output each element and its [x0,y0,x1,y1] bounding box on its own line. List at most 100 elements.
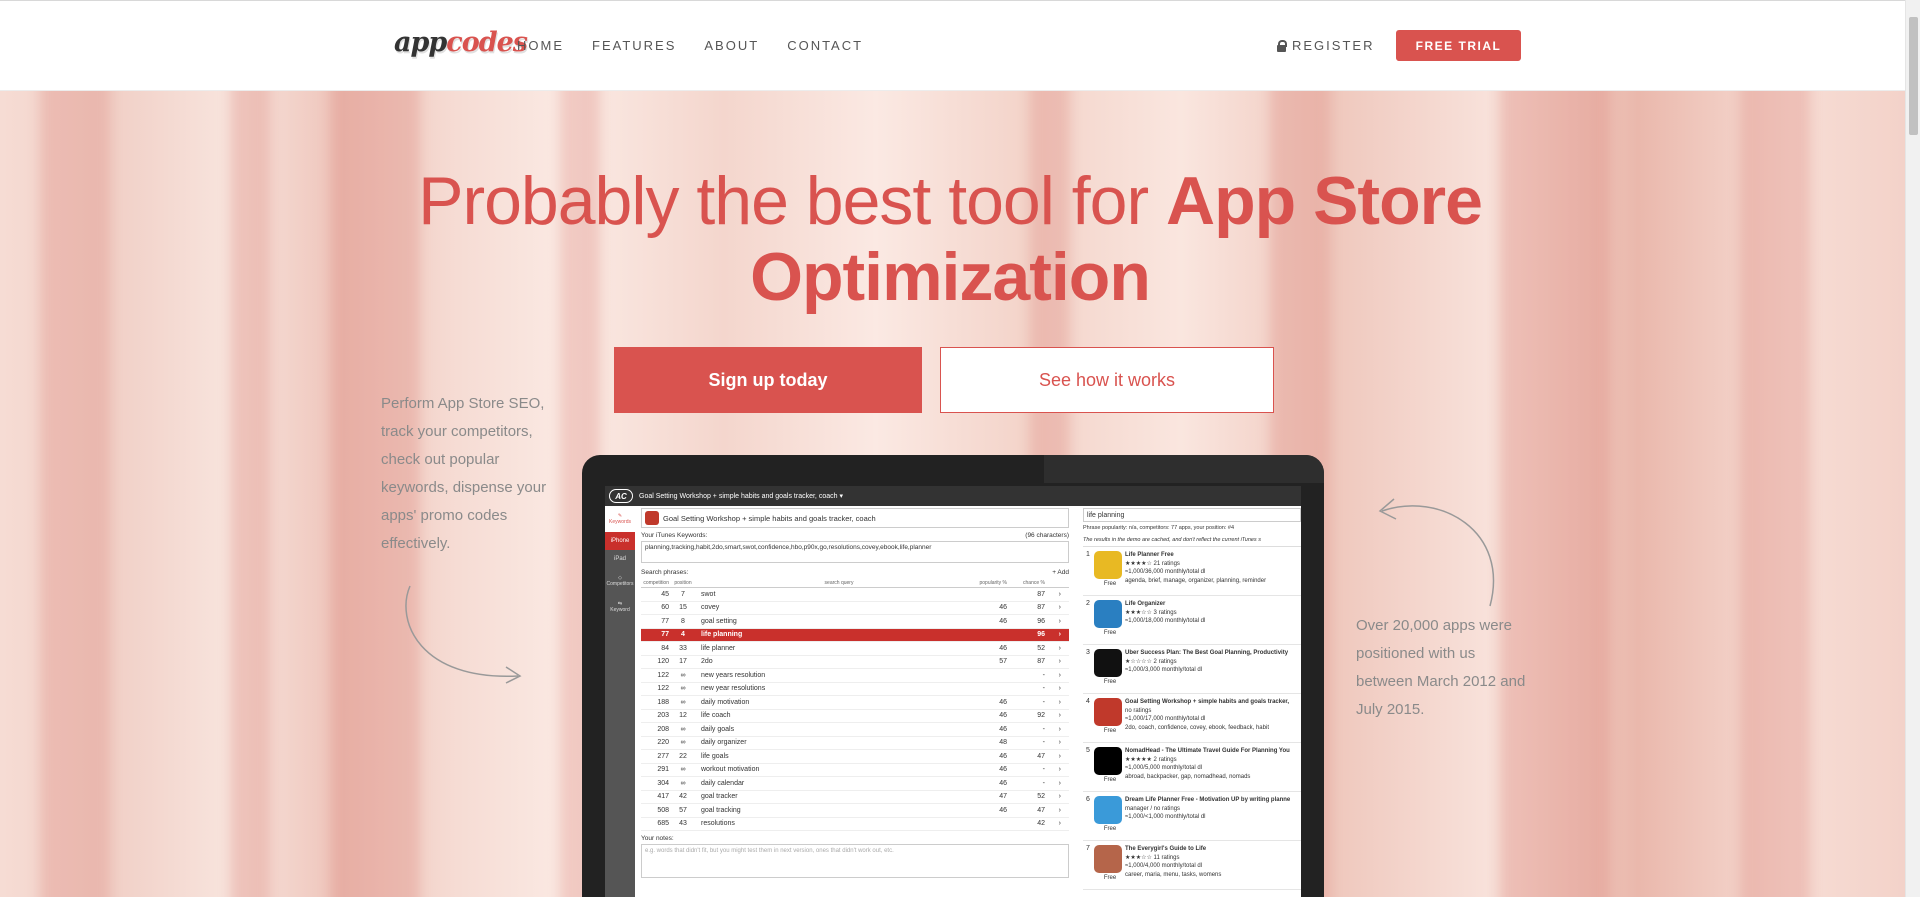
table-row[interactable]: 77 8 goal setting 46 96 › [641,615,1069,629]
app-top-title: Goal Setting Workshop + simple habits an… [639,493,843,500]
table-row[interactable]: 188 ∞ daily motivation 46 - › [641,696,1069,710]
result-item[interactable]: 7 Free The Everygirl's Guide to Life ★★★☆☆ … [1083,841,1301,890]
chevron-right-icon[interactable]: › [1045,699,1061,706]
add-phrase-button[interactable]: + Add [1052,569,1069,576]
table-row[interactable]: 417 42 goal tracker 47 52 › [641,791,1069,804]
nav-home[interactable]: HOME [517,38,564,53]
cell-pop: 46 [999,752,1007,760]
result-title[interactable]: Goal Setting Workshop + simple habits an… [1125,698,1295,707]
chevron-right-icon[interactable]: › [1045,766,1061,773]
result-details: Goal Setting Workshop + simple habits an… [1125,698,1295,742]
cell-pos: ∞ [680,739,686,747]
chevron-right-icon[interactable]: › [1045,685,1061,692]
sidebar-keywords[interactable]: ✎ Keywords [605,506,635,532]
chevron-right-icon[interactable]: › [1045,712,1061,719]
sidebar-keyword[interactable]: ⇆ Keyword [605,594,635,620]
table-row[interactable]: 84 33 life planner 46 52 › [641,642,1069,656]
chevron-right-icon[interactable]: › [1045,631,1061,638]
chevron-right-icon[interactable]: › [1045,658,1061,665]
nav-about[interactable]: ABOUT [704,38,759,53]
cell-pos: 8 [681,617,685,625]
col-position[interactable]: position [669,580,697,586]
result-title[interactable]: Life Organizer [1125,600,1295,609]
result-title[interactable]: Dream Life Planner Free - Motivation UP … [1125,796,1295,805]
sidebar-iphone[interactable]: iPhone [605,532,635,550]
nav-contact[interactable]: CONTACT [787,38,863,53]
cell-pop: 48 [999,739,1007,747]
table-row[interactable]: 508 57 goal tracking 46 47 › [641,804,1069,818]
phrase-search-input[interactable]: life planning [1083,508,1301,522]
cell-pos: 22 [679,752,687,760]
table-row[interactable]: 77 4 life planning 96 › [641,628,1069,642]
result-item[interactable]: 1 Free Life Planner Free ★★★★☆ 21 ratings ≈1… [1083,547,1301,596]
table-row[interactable]: 277 22 life goals 46 47 › [641,750,1069,764]
cell-ch: 52 [1037,644,1045,652]
result-keywords: 2do, coach, confidence, covey, ebook, fe… [1125,724,1269,731]
col-query[interactable]: search query [697,580,977,586]
col-competition[interactable]: competition [641,580,669,586]
see-how-it-works-button[interactable]: See how it works [940,347,1274,413]
table-row[interactable]: 685 43 resolutions 42 › [641,818,1069,831]
register-link[interactable]: REGISTER [1277,38,1374,53]
chevron-right-icon[interactable]: › [1045,753,1061,760]
table-row[interactable]: 208 ∞ daily goals 46 - › [641,723,1069,737]
result-downloads: ≈1,000/17,000 monthly/total dl [1125,716,1206,722]
table-row[interactable]: 45 7 swot 87 › [641,588,1069,602]
result-item[interactable]: 5 Free NomadHead - The Ultimate Travel Gui… [1083,743,1301,792]
result-price: Free [1103,630,1117,636]
cell-comp: 45 [661,590,669,598]
chevron-right-icon[interactable]: › [1045,726,1061,733]
chevron-right-icon[interactable]: › [1045,618,1061,625]
chevron-right-icon[interactable]: › [1045,645,1061,652]
result-rating: no ratings [1125,707,1152,714]
cell-q: goal tracker [701,793,738,801]
chevron-right-icon[interactable]: › [1045,780,1061,787]
result-item[interactable]: 4 Free Goal Setting Workshop + simple habi… [1083,694,1301,743]
cell-pop: 46 [999,712,1007,720]
keywords-textarea[interactable]: planning,tracking,habit,2do,smart,swot,c… [641,541,1069,563]
cell-ch: 52 [1037,793,1045,801]
chevron-right-icon[interactable]: › [1045,591,1061,598]
result-item[interactable]: 6 Free Dream Life Planner Free - Motivatio… [1083,792,1301,841]
main-nav: HOME FEATURES ABOUT CONTACT [517,38,891,53]
table-row[interactable]: 120 17 2do 57 87 › [641,656,1069,669]
table-row[interactable]: 291 ∞ workout motivation 46 - › [641,764,1069,777]
result-item[interactable]: 2 Free Life Organizer ★★★☆☆ 3 ratings ≈1,000… [1083,596,1301,645]
table-row[interactable]: 304 ∞ daily calendar 46 - › [641,777,1069,791]
result-title[interactable]: The Everygirl's Guide to Life [1125,845,1295,854]
chevron-right-icon[interactable]: › [1045,820,1061,827]
app-name-field[interactable]: Goal Setting Workshop + simple habits an… [641,508,1069,528]
sign-up-button[interactable]: Sign up today [614,347,922,413]
table-row[interactable]: 60 15 covey 46 87 › [641,602,1069,615]
cell-comp: 122 [657,671,669,679]
appcodes-logo[interactable]: appcodes [394,27,528,58]
sidebar-ipad[interactable]: iPad [605,550,635,568]
cell-q: new year resolutions [701,685,766,693]
result-title[interactable]: Uber Success Plan: The Best Goal Plannin… [1125,649,1295,658]
cell-ch: 87 [1037,590,1045,598]
cell-q: life planning [701,631,743,639]
free-trial-button[interactable]: FREE TRIAL [1396,30,1521,61]
chevron-right-icon[interactable]: › [1045,604,1061,611]
cell-pos: ∞ [680,766,686,774]
result-rating: ★★★★★ 2 ratings [1125,756,1177,763]
result-title[interactable]: NomadHead - The Ultimate Travel Guide Fo… [1125,747,1295,756]
scrollbar-thumb[interactable] [1909,17,1918,135]
nav-features[interactable]: FEATURES [592,38,676,53]
sidebar-competitors[interactable]: ◇ Competitors [605,568,635,594]
chevron-right-icon[interactable]: › [1045,807,1061,814]
result-item[interactable]: 3 Free Uber Success Plan: The Best Goal Pl… [1083,645,1301,694]
col-popularity[interactable]: popularity % [977,580,1007,586]
chevron-right-icon[interactable]: › [1045,672,1061,679]
table-row[interactable]: 203 12 life coach 46 92 › [641,710,1069,723]
table-row[interactable]: 122 ∞ new years resolution - › [641,669,1069,683]
notes-textarea[interactable]: e.g. words that didn't fit, but you migh… [641,844,1069,878]
headline-bold-2: Optimization [750,239,1151,315]
chevron-right-icon[interactable]: › [1045,793,1061,800]
table-row[interactable]: 220 ∞ daily organizer 48 - › [641,737,1069,750]
chevron-right-icon[interactable]: › [1045,739,1061,746]
col-chance[interactable]: chance % [1007,580,1045,586]
page-scrollbar[interactable] [1905,0,1920,897]
table-row[interactable]: 122 ∞ new year resolutions - › [641,683,1069,696]
result-title[interactable]: Life Planner Free [1125,551,1295,560]
